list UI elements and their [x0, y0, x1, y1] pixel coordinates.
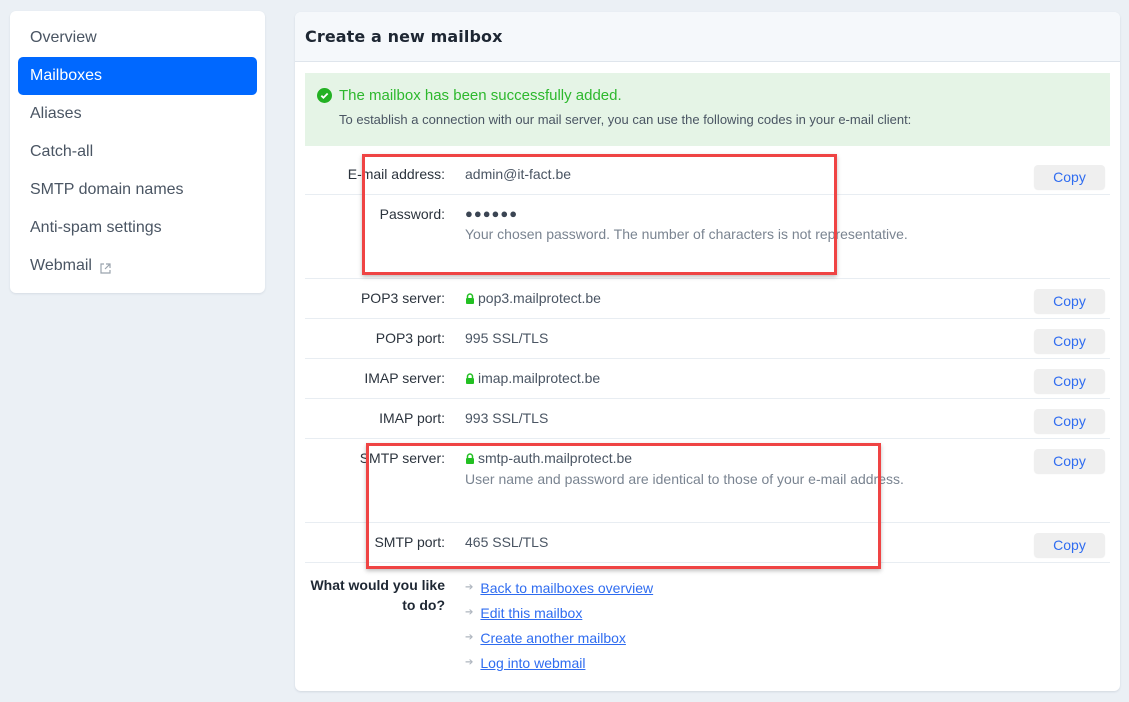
row-pop3-port: POP3 port: 995 SSL/TLS Copy — [305, 319, 1110, 359]
sidebar-item-mailboxes[interactable]: Mailboxes — [18, 57, 257, 95]
sidebar-item-label: SMTP domain names — [30, 181, 184, 198]
alert-text: To establish a connection with our mail … — [339, 112, 912, 127]
row-label: IMAP port: — [379, 410, 445, 426]
next-actions: What would you like to do? ➔ Back to mail… — [305, 563, 1110, 675]
password-value: ●●●●●● — [465, 206, 519, 221]
copy-pop3-server-button[interactable]: Copy — [1034, 289, 1105, 313]
check-circle-icon — [317, 88, 332, 103]
row-label: POP3 server: — [360, 290, 445, 306]
row-label: SMTP port: — [374, 534, 445, 550]
copy-email-button[interactable]: Copy — [1034, 165, 1105, 189]
create-another-mailbox-link[interactable]: Create another mailbox — [480, 630, 626, 646]
arrow-icon: ➔ — [465, 657, 474, 668]
pop3-server-value: pop3.mailprotect.be — [478, 290, 601, 306]
row-label: IMAP server: — [364, 370, 445, 386]
lock-icon — [465, 371, 475, 384]
arrow-icon: ➔ — [465, 632, 474, 643]
smtp-server-value: smtp-auth.mailprotect.be — [478, 450, 633, 466]
alert-title: The mailbox has been successfully added. — [339, 87, 622, 104]
smtp-server-hint: User name and password are identical to … — [465, 471, 904, 487]
back-to-mailboxes-link[interactable]: Back to mailboxes overview — [480, 580, 653, 596]
sidebar-nav: Overview Mailboxes Aliases Catch-all SMT… — [10, 11, 265, 293]
sidebar-item-overview[interactable]: Overview — [18, 19, 257, 57]
copy-pop3-port-button[interactable]: Copy — [1034, 329, 1105, 353]
action-item: ➔ Create another mailbox — [465, 625, 653, 650]
row-smtp-server: SMTP server: smtp-auth.mailprotect.be Us… — [305, 439, 1110, 523]
row-password: Password: ●●●●●● Your chosen password. T… — [305, 195, 1110, 279]
create-mailbox-card: Create a new mailbox The mailbox has bee… — [295, 12, 1120, 691]
action-item: ➔ Back to mailboxes overview — [465, 575, 653, 600]
sidebar-item-label: Mailboxes — [30, 67, 103, 84]
sidebar-item-label: Webmail — [30, 257, 92, 274]
sidebar-item-label: Overview — [30, 29, 97, 46]
row-pop3-server: POP3 server: pop3.mailprotect.be Copy — [305, 279, 1110, 319]
external-link-icon — [100, 261, 111, 274]
smtp-port-value: 465 SSL/TLS — [465, 534, 549, 550]
sidebar-item-label: Aliases — [30, 105, 82, 122]
row-label: E-mail address: — [347, 166, 445, 182]
copy-imap-port-button[interactable]: Copy — [1034, 409, 1105, 433]
card-title: Create a new mailbox — [295, 12, 1120, 62]
arrow-icon: ➔ — [465, 607, 474, 618]
imap-server-value: imap.mailprotect.be — [478, 370, 601, 386]
row-label: POP3 port: — [375, 330, 445, 346]
sidebar-item-label: Catch-all — [30, 143, 94, 160]
connection-settings: E-mail address: admin@it-fact.be Copy Pa… — [305, 155, 1110, 675]
row-label: SMTP server: — [359, 450, 445, 466]
action-item: ➔ Log into webmail — [465, 650, 653, 675]
copy-imap-server-button[interactable]: Copy — [1034, 369, 1105, 393]
row-email-address: E-mail address: admin@it-fact.be Copy — [305, 155, 1110, 195]
pop3-port-value: 995 SSL/TLS — [465, 330, 549, 346]
row-imap-server: IMAP server: imap.mailprotect.be Copy — [305, 359, 1110, 399]
email-address-value: admin@it-fact.be — [465, 166, 572, 182]
sidebar-item-anti-spam-settings[interactable]: Anti-spam settings — [18, 209, 257, 247]
imap-port-value: 993 SSL/TLS — [465, 410, 549, 426]
success-alert: The mailbox has been successfully added.… — [305, 73, 1110, 146]
actions-label: What would you like to do? — [310, 577, 445, 613]
copy-smtp-port-button[interactable]: Copy — [1034, 533, 1105, 557]
copy-smtp-server-button[interactable]: Copy — [1034, 449, 1105, 473]
edit-mailbox-link[interactable]: Edit this mailbox — [480, 605, 582, 621]
sidebar-item-webmail[interactable]: Webmail — [18, 247, 257, 285]
sidebar-item-smtp-domain-names[interactable]: SMTP domain names — [18, 171, 257, 209]
action-item: ➔ Edit this mailbox — [465, 600, 653, 625]
lock-icon — [465, 291, 475, 304]
sidebar-item-aliases[interactable]: Aliases — [18, 95, 257, 133]
arrow-icon: ➔ — [465, 582, 474, 593]
log-into-webmail-link[interactable]: Log into webmail — [480, 655, 585, 671]
sidebar-item-label: Anti-spam settings — [30, 219, 162, 236]
row-imap-port: IMAP port: 993 SSL/TLS Copy — [305, 399, 1110, 439]
row-smtp-port: SMTP port: 465 SSL/TLS Copy — [305, 523, 1110, 563]
password-hint: Your chosen password. The number of char… — [465, 226, 908, 242]
lock-icon — [465, 451, 475, 464]
row-label: Password: — [379, 206, 445, 222]
sidebar-item-catch-all[interactable]: Catch-all — [18, 133, 257, 171]
